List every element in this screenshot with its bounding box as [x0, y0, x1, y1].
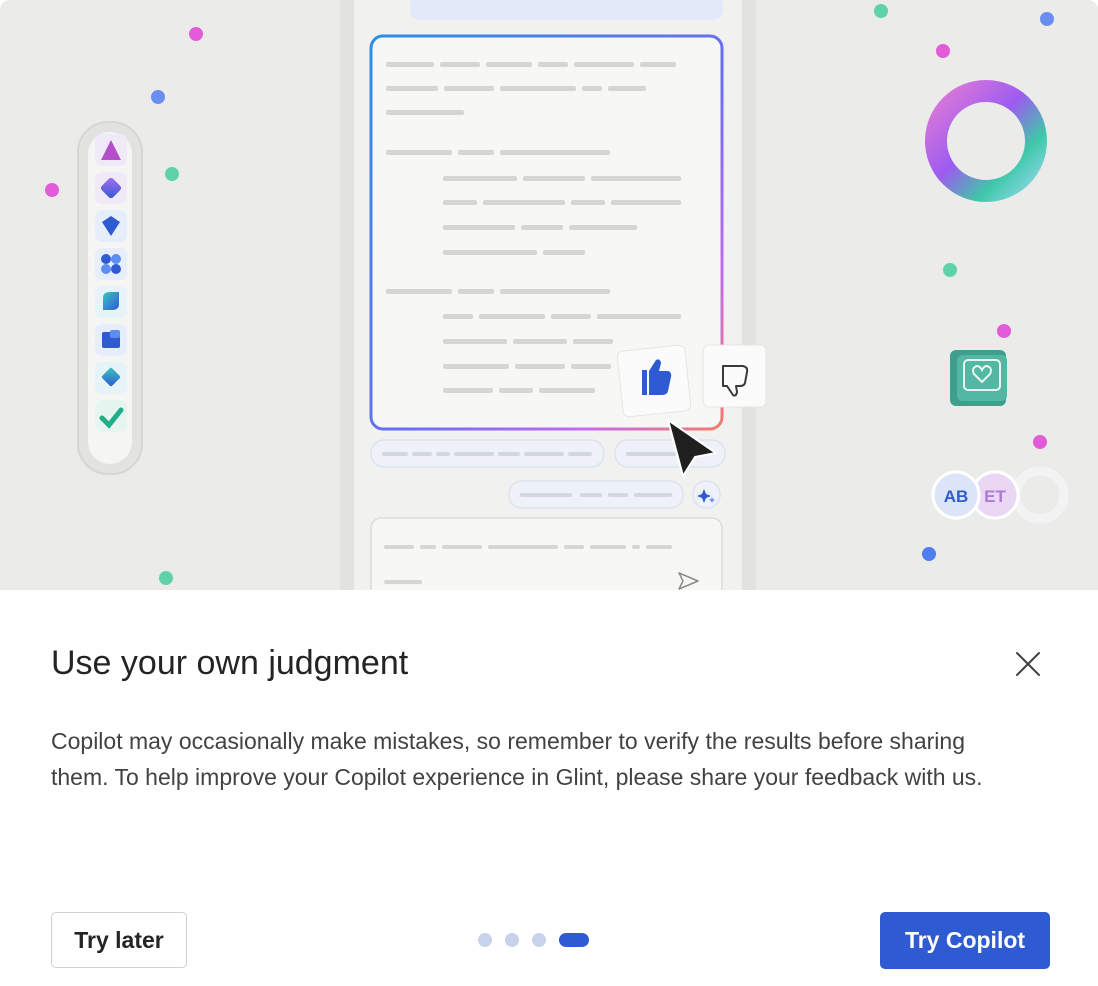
try-later-button[interactable]: Try later: [51, 912, 187, 968]
dialog-title: Use your own judgment: [51, 644, 409, 682]
app-icon-1: [95, 134, 127, 166]
illustration-canvas: ET AB: [0, 0, 1098, 590]
app-icon-8: [95, 400, 127, 432]
pager-dot-2[interactable]: [505, 933, 519, 947]
app-icon-2: [95, 172, 127, 204]
close-icon: [1016, 652, 1040, 676]
app-icon-3: [95, 210, 127, 242]
thumbs-up-icon: [616, 344, 692, 418]
sparkle-icon: [692, 480, 721, 509]
compose-box: [370, 517, 723, 590]
pager-dot-1[interactable]: [478, 933, 492, 947]
app-icon-6: [95, 324, 127, 356]
close-button[interactable]: [1008, 644, 1048, 684]
pager-dot-4-active[interactable]: [559, 933, 589, 947]
copilot-intro-dialog: ET AB Use your own judgment Copilot may …: [0, 0, 1098, 986]
dialog-description: Copilot may occasionally make mistakes, …: [51, 728, 983, 790]
try-copilot-button[interactable]: Try Copilot: [880, 912, 1050, 969]
app-icon-5: [95, 286, 127, 318]
app-icon-7: [95, 362, 127, 394]
thumbs-down-icon: [702, 344, 767, 408]
avatar-et: ET: [984, 487, 1006, 506]
heart-icon: [950, 350, 1007, 406]
app-icon-4: [95, 248, 127, 280]
hero-illustration: ET AB: [0, 0, 1098, 590]
app-icon-rail: [77, 121, 143, 475]
avatar-ab: AB: [944, 487, 969, 506]
pager-dot-3[interactable]: [532, 933, 546, 947]
